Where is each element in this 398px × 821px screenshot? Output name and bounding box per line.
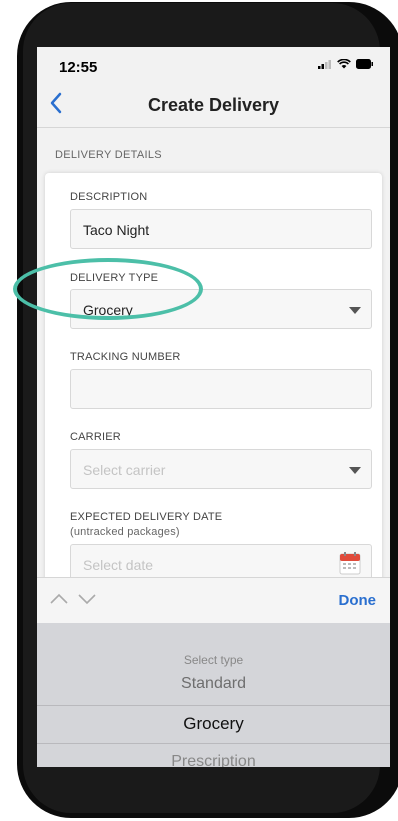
picker-option[interactable]: Standard: [37, 675, 390, 693]
wifi-icon: [337, 59, 351, 69]
picker-option[interactable]: Prescription: [37, 753, 390, 767]
type-picker-wheel[interactable]: Select type Standard Grocery Prescriptio…: [37, 623, 390, 767]
description-field[interactable]: Taco Night: [70, 209, 372, 249]
battery-icon: [356, 59, 373, 69]
tracking-number-field[interactable]: [70, 369, 372, 409]
date-placeholder: Select date: [83, 557, 154, 573]
calendar-icon[interactable]: [339, 551, 361, 575]
picker-selection-bottom-line: [37, 743, 390, 744]
keyboard-accessory-bar: Done: [37, 577, 390, 624]
expected-date-label: EXPECTED DELIVERY DATE: [70, 511, 223, 523]
previous-field-icon[interactable]: [49, 590, 69, 608]
tracking-number-label: TRACKING NUMBER: [70, 351, 181, 363]
carrier-select[interactable]: Select carrier: [70, 449, 372, 489]
expected-date-sublabel: (untracked packages): [70, 526, 180, 538]
section-label: DELIVERY DETAILS: [55, 149, 162, 161]
status-icons: [318, 59, 374, 69]
page-title: Create Delivery: [147, 95, 280, 115]
status-bar: 12:55: [37, 47, 390, 83]
carrier-label: CARRIER: [70, 431, 121, 443]
navigation-bar: Create Delivery: [37, 83, 390, 128]
description-value: Taco Night: [83, 222, 150, 238]
description-label: DESCRIPTION: [70, 191, 148, 203]
picker-selection-top-line: [37, 705, 390, 706]
picker-option-selected[interactable]: Grocery: [37, 714, 390, 734]
next-field-icon[interactable]: [77, 590, 97, 608]
signal-icon: [318, 60, 331, 69]
done-button[interactable]: Done: [339, 592, 377, 609]
app-screen: 12:55 Create Delivery DELIVERY DETAILS D…: [37, 47, 390, 767]
dropdown-caret-icon: [349, 467, 361, 474]
delivery-details-card: DESCRIPTION Taco Night DELIVERY TYPE Gro…: [45, 173, 382, 593]
dropdown-caret-icon: [349, 307, 361, 314]
picker-title: Select type: [183, 653, 244, 667]
carrier-placeholder: Select carrier: [83, 462, 166, 478]
status-time: 12:55: [59, 59, 98, 76]
highlight-ring: [13, 258, 203, 320]
